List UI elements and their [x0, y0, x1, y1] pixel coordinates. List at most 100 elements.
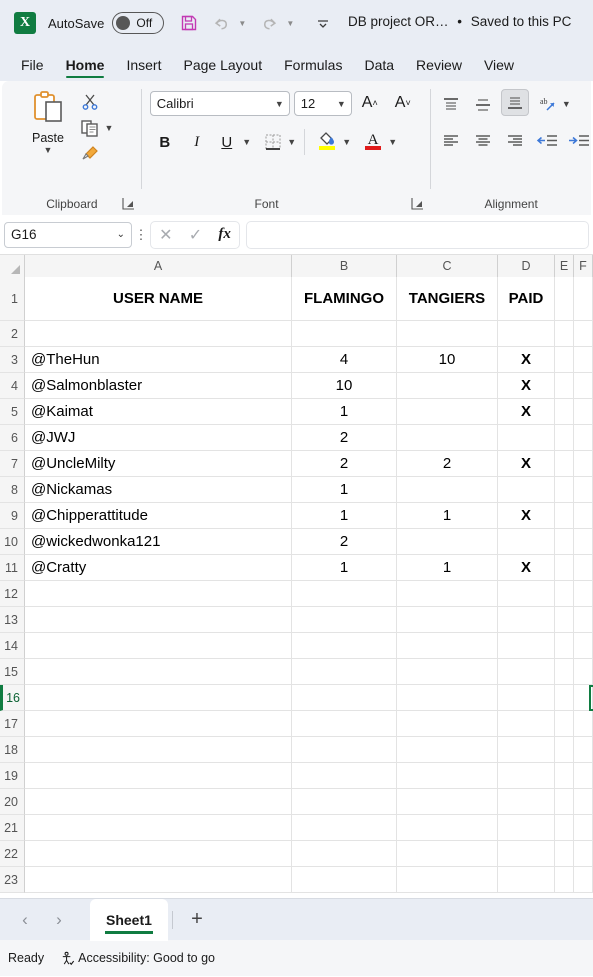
- cell-C10[interactable]: [397, 529, 498, 555]
- cell-A13[interactable]: [25, 607, 292, 633]
- cell-C11[interactable]: 1: [397, 555, 498, 581]
- cell-C15[interactable]: [397, 659, 498, 685]
- accessibility-status[interactable]: Accessibility: Good to go: [60, 951, 215, 966]
- cell-E3[interactable]: [555, 347, 574, 373]
- cell-D10[interactable]: [498, 529, 555, 555]
- row-header-3[interactable]: 3: [0, 347, 25, 373]
- cell-A1[interactable]: USER NAME: [25, 277, 292, 321]
- borders-dropdown-icon[interactable]: ▼: [285, 129, 299, 155]
- cell-A18[interactable]: [25, 737, 292, 763]
- cell-D23[interactable]: [498, 867, 555, 893]
- cell-F13[interactable]: [574, 607, 593, 633]
- formula-bar-options-icon[interactable]: ⋮: [132, 227, 150, 243]
- cell-F1[interactable]: [574, 277, 593, 321]
- column-header-B[interactable]: B: [292, 255, 397, 277]
- column-header-C[interactable]: C: [397, 255, 498, 277]
- cancel-icon[interactable]: ✕: [159, 225, 172, 245]
- cell-D15[interactable]: [498, 659, 555, 685]
- cell-A14[interactable]: [25, 633, 292, 659]
- cell-C22[interactable]: [397, 841, 498, 867]
- font-color-button[interactable]: A: [360, 127, 386, 153]
- tab-insert[interactable]: Insert: [115, 57, 172, 81]
- cell-C5[interactable]: [397, 399, 498, 425]
- row-header-18[interactable]: 18: [0, 737, 25, 763]
- row-header-8[interactable]: 8: [0, 477, 25, 503]
- cell-F15[interactable]: [574, 659, 593, 685]
- column-header-A[interactable]: A: [25, 255, 292, 277]
- cell-E20[interactable]: [555, 789, 574, 815]
- italic-button[interactable]: I: [184, 129, 210, 155]
- cell-C2[interactable]: [397, 321, 498, 347]
- cell-D13[interactable]: [498, 607, 555, 633]
- cell-F12[interactable]: [574, 581, 593, 607]
- underline-button[interactable]: U: [214, 129, 240, 155]
- tab-home[interactable]: Home: [55, 57, 116, 81]
- row-header-9[interactable]: 9: [0, 503, 25, 529]
- tab-file[interactable]: File: [10, 57, 55, 81]
- tab-data[interactable]: Data: [353, 57, 405, 81]
- previous-sheet-icon[interactable]: ‹: [8, 903, 42, 937]
- redo-icon[interactable]: [254, 8, 284, 38]
- cell-B7[interactable]: 2: [292, 451, 397, 477]
- cell-C4[interactable]: [397, 373, 498, 399]
- cell-C16[interactable]: [397, 685, 498, 711]
- name-box[interactable]: G16 ⌄: [4, 221, 132, 248]
- cell-B1[interactable]: FLAMINGO: [292, 277, 397, 321]
- cell-F20[interactable]: [574, 789, 593, 815]
- row-header-17[interactable]: 17: [0, 711, 25, 737]
- row-header-19[interactable]: 19: [0, 763, 25, 789]
- cell-D11[interactable]: X: [498, 555, 555, 581]
- cell-C20[interactable]: [397, 789, 498, 815]
- cell-D1[interactable]: PAID: [498, 277, 555, 321]
- cell-E8[interactable]: [555, 477, 574, 503]
- cell-C14[interactable]: [397, 633, 498, 659]
- align-left-button[interactable]: [437, 127, 465, 154]
- cell-B19[interactable]: [292, 763, 397, 789]
- cell-D4[interactable]: X: [498, 373, 555, 399]
- cell-A11[interactable]: @Cratty: [25, 555, 292, 581]
- cell-D17[interactable]: [498, 711, 555, 737]
- sheet-tab-sheet1[interactable]: Sheet1: [90, 898, 168, 941]
- cell-A16[interactable]: [25, 685, 292, 711]
- row-header-10[interactable]: 10: [0, 529, 25, 555]
- cell-E5[interactable]: [555, 399, 574, 425]
- enter-icon[interactable]: ✓: [189, 225, 202, 245]
- cell-F6[interactable]: [574, 425, 593, 451]
- cell-F3[interactable]: [574, 347, 593, 373]
- cell-A2[interactable]: [25, 321, 292, 347]
- cell-D5[interactable]: X: [498, 399, 555, 425]
- font-dialog-launcher-icon[interactable]: [411, 197, 425, 211]
- row-header-11[interactable]: 11: [0, 555, 25, 581]
- cell-B22[interactable]: [292, 841, 397, 867]
- cell-E9[interactable]: [555, 503, 574, 529]
- paste-dropdown-icon[interactable]: ▼: [44, 145, 53, 155]
- fill-color-dropdown-icon[interactable]: ▼: [340, 129, 354, 155]
- cell-E14[interactable]: [555, 633, 574, 659]
- cell-B14[interactable]: [292, 633, 397, 659]
- row-header-5[interactable]: 5: [0, 399, 25, 425]
- cell-B2[interactable]: [292, 321, 397, 347]
- cell-D3[interactable]: X: [498, 347, 555, 373]
- cell-F4[interactable]: [574, 373, 593, 399]
- column-header-F[interactable]: F: [574, 255, 593, 277]
- cell-A17[interactable]: [25, 711, 292, 737]
- cell-D9[interactable]: X: [498, 503, 555, 529]
- cell-A9[interactable]: @Chipperattitude: [25, 503, 292, 529]
- font-size-input[interactable]: 12 ▼: [293, 91, 352, 116]
- cell-F7[interactable]: [574, 451, 593, 477]
- save-icon[interactable]: [174, 8, 204, 38]
- cell-F22[interactable]: [574, 841, 593, 867]
- select-all-corner[interactable]: [0, 255, 25, 277]
- cell-E7[interactable]: [555, 451, 574, 477]
- row-header-15[interactable]: 15: [0, 659, 25, 685]
- row-header-14[interactable]: 14: [0, 633, 25, 659]
- font-size-dropdown-icon[interactable]: ▼: [337, 99, 346, 109]
- font-family-input[interactable]: Calibri ▼: [149, 91, 290, 116]
- row-header-20[interactable]: 20: [0, 789, 25, 815]
- cell-D18[interactable]: [498, 737, 555, 763]
- cell-A7[interactable]: @UncleMilty: [25, 451, 292, 477]
- cell-E4[interactable]: [555, 373, 574, 399]
- cell-D2[interactable]: [498, 321, 555, 347]
- cell-E10[interactable]: [555, 529, 574, 555]
- cell-C3[interactable]: 10: [397, 347, 498, 373]
